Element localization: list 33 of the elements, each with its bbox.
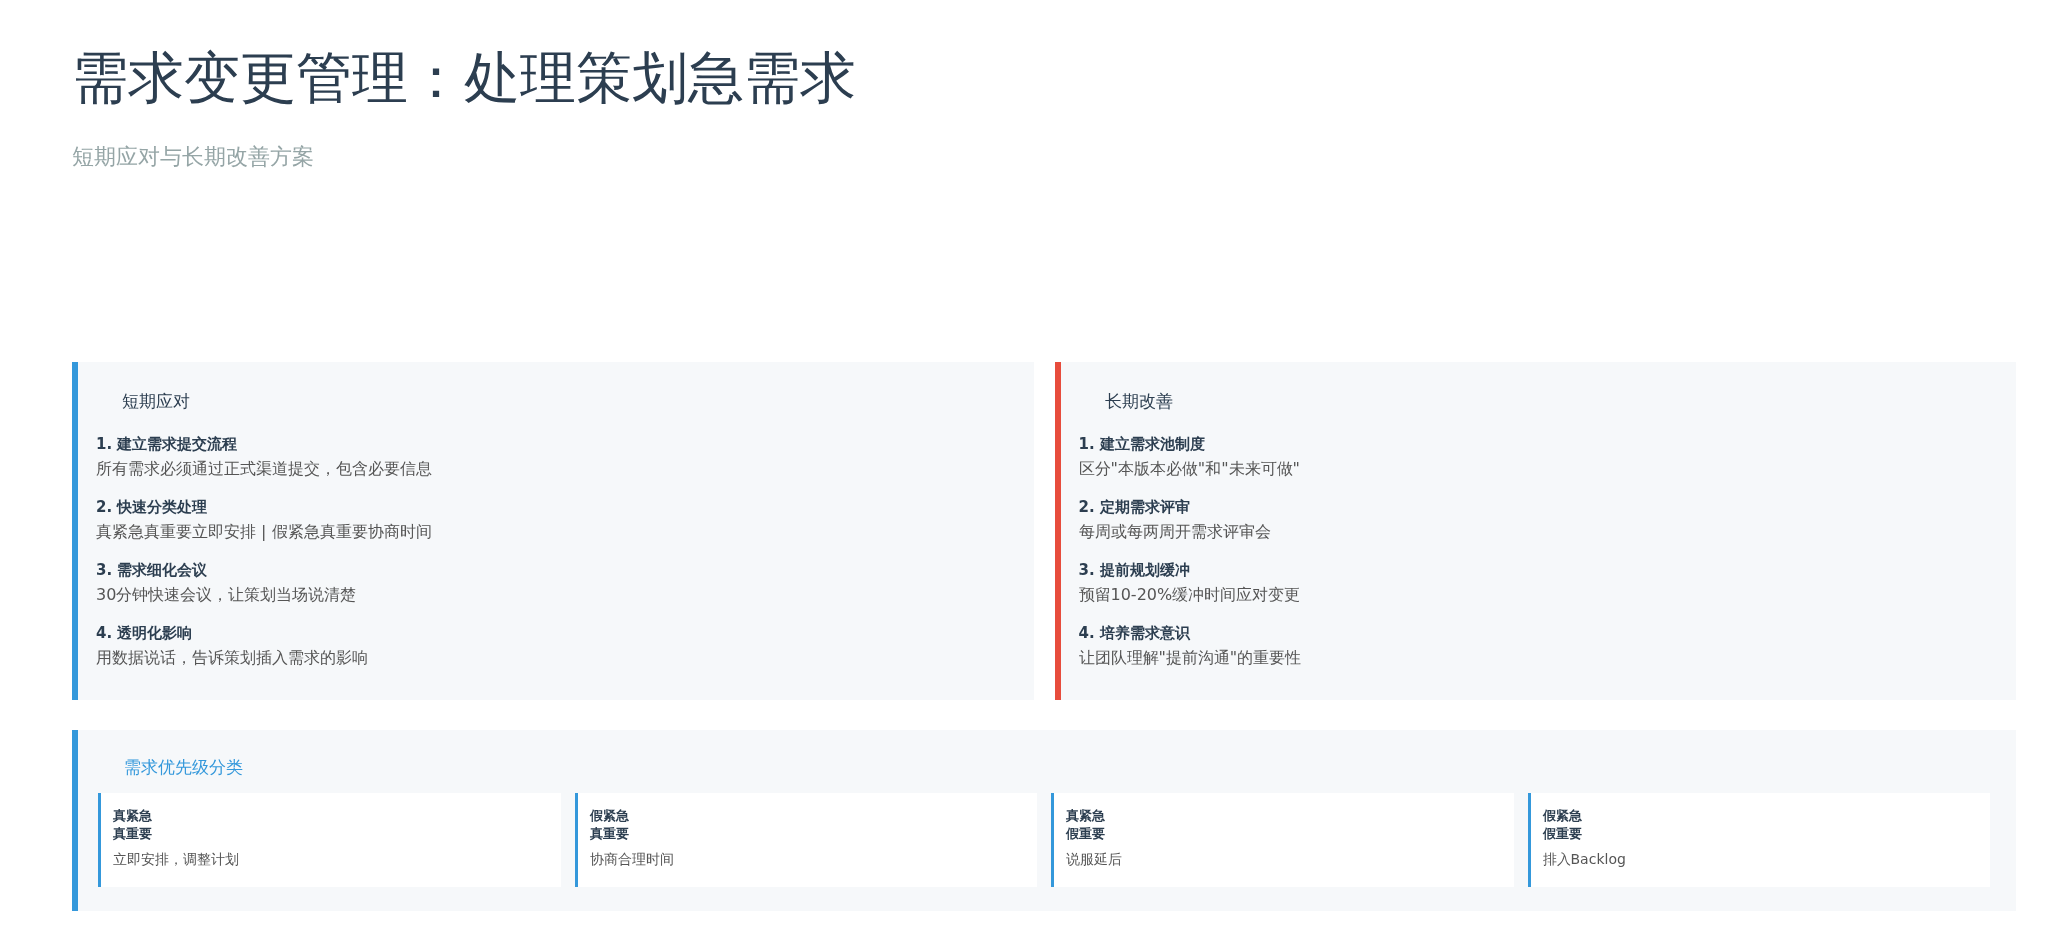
urgency-label: 假紧急 bbox=[589, 807, 629, 825]
item-heading: 3. 需求细化会议 bbox=[96, 560, 208, 581]
item-description: 用数据说话，告诉策划插入需求的影响 bbox=[96, 647, 368, 669]
action-text: 协商合理时间 bbox=[589, 851, 674, 869]
card-title: 短期应对 bbox=[122, 390, 190, 413]
importance-label: 假重要 bbox=[1066, 825, 1105, 843]
item-description: 所有需求必须通过正式渠道提交，包含必要信息 bbox=[96, 458, 432, 480]
urgency-label: 真紧急 bbox=[113, 807, 152, 825]
item-description: 预留10-20%缓冲时间应对变更 bbox=[1078, 584, 1301, 606]
importance-label: 假重要 bbox=[1542, 825, 1582, 843]
item-description: 30分钟快速会议，让策划当场说清楚 bbox=[96, 584, 357, 606]
importance-label: 真重要 bbox=[113, 825, 152, 843]
item-heading: 3. 提前规划缓冲 bbox=[1078, 560, 1190, 581]
item-description: 区分"本版本必做"和"未来可做" bbox=[1078, 458, 1300, 480]
item-heading: 4. 透明化影响 bbox=[96, 623, 193, 644]
item-heading: 1. 建立需求池制度 bbox=[1078, 434, 1205, 455]
item-heading: 2. 快速分类处理 bbox=[96, 497, 208, 518]
urgency-label: 真紧急 bbox=[1066, 807, 1105, 825]
item-description: 真紧急真重要立即安排 | 假紧急真重要协商时间 bbox=[96, 521, 432, 543]
action-text: 说服延后 bbox=[1066, 851, 1122, 869]
item-heading: 2. 定期需求评审 bbox=[1078, 497, 1190, 518]
urgency-label: 假紧急 bbox=[1542, 807, 1582, 825]
card-title: 需求优先级分类 bbox=[124, 756, 243, 779]
importance-label: 真重要 bbox=[589, 825, 629, 843]
item-description: 让团队理解"提前沟通"的重要性 bbox=[1078, 647, 1302, 669]
page-title: 需求变更管理：处理策划急需求 bbox=[72, 44, 856, 112]
action-text: 排入Backlog bbox=[1542, 851, 1626, 869]
page-subtitle: 短期应对与长期改善方案 bbox=[72, 143, 314, 171]
item-heading: 1. 建立需求提交流程 bbox=[96, 434, 238, 455]
item-description: 每周或每两周开需求评审会 bbox=[1078, 521, 1271, 543]
item-heading: 4. 培养需求意识 bbox=[1078, 623, 1190, 644]
action-text: 立即安排，调整计划 bbox=[113, 851, 239, 869]
card-title: 长期改善 bbox=[1104, 390, 1173, 413]
